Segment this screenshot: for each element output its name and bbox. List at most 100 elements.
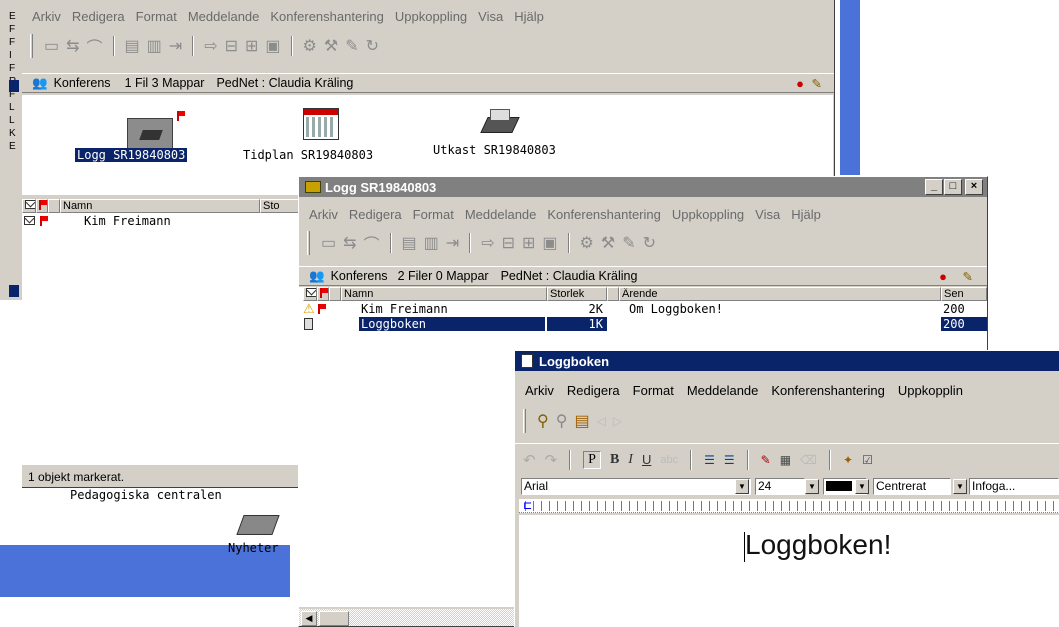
col-attach[interactable] [329,287,341,301]
calendar-icon[interactable] [303,108,339,140]
font-select[interactable]: Arial [521,478,751,495]
insert-symbol-icon[interactable]: ✦ [843,453,853,467]
table-row[interactable]: Kim Freimann [22,214,292,228]
checkbox-icon[interactable]: ☑ [862,453,873,467]
editor-body[interactable]: Loggboken! [519,515,1059,627]
paragraph-button[interactable]: P [583,450,601,469]
menu-visa[interactable]: Visa [755,207,780,222]
menu-hjalp[interactable]: Hjälp [514,9,544,24]
logg-titlebar[interactable]: Logg SR19840803 _ □ × [299,177,987,197]
icon-label-utkast[interactable]: Utkast SR19840803 [433,143,556,157]
forward-icon[interactable]: ⇥ [446,233,459,253]
align-select[interactable]: Centrerat [873,478,951,495]
edit-icon[interactable]: ✎ [345,36,358,56]
settings-icon[interactable]: ⚒ [324,36,338,56]
col-name[interactable]: Namn [341,287,547,301]
menu-visa[interactable]: Visa [478,9,503,24]
menu-format[interactable]: Format [633,383,674,398]
horizontal-scrollbar[interactable]: ◀ [299,609,519,626]
clear-icon[interactable]: ⌫ [800,453,817,467]
print-icon[interactable]: ▤ [574,411,589,431]
menu-uppkoppling[interactable]: Uppkopplin [898,383,963,398]
menu-meddelande[interactable]: Meddelande [687,383,759,398]
menu-redigera[interactable]: Redigera [72,9,125,24]
menu-hjalp[interactable]: Hjälp [791,207,821,222]
find-replace-icon[interactable]: ⚲ [556,411,568,431]
delete-icon[interactable]: ▥ [147,36,162,56]
maximize-button[interactable]: □ [944,179,962,195]
refresh-icon[interactable]: ↻ [366,36,379,56]
size-dropdown-arrow[interactable]: ▼ [805,479,819,494]
italic-button[interactable]: I [628,452,633,468]
table-icon[interactable]: ▦ [780,453,791,467]
col-sent[interactable]: Sen [941,287,987,301]
reply-icon[interactable]: ⇆ [66,36,79,56]
undo-icon[interactable]: ↶ [523,451,536,469]
ruler-indent-marker[interactable]: ⊏ [523,499,532,512]
settings-icon[interactable]: ⚒ [601,233,615,253]
menu-redigera[interactable]: Redigera [567,383,620,398]
reply-icon[interactable]: ⇆ [343,233,356,253]
tools-icon[interactable]: ⚙ [580,233,594,253]
icon-label-logg[interactable]: Logg SR19840803 [75,148,188,162]
editor-titlebar[interactable]: Loggboken [515,351,1059,371]
pencil-icon[interactable]: ✎ [963,269,973,284]
toolbar-grip[interactable] [30,34,33,58]
person-icon[interactable]: ● [796,76,804,91]
redo-icon[interactable]: ↷ [545,451,558,469]
newspaper-icon[interactable] [236,515,280,535]
tray-icon[interactable] [480,107,520,137]
toolbar-grip[interactable] [523,409,526,433]
menu-uppkoppling[interactable]: Uppkoppling [395,9,467,24]
news-label[interactable]: Nyheter [228,541,279,555]
new-message-icon[interactable]: ▭ [321,233,336,253]
person-icon[interactable]: ● [939,269,947,284]
col-flag[interactable] [36,199,48,213]
attach-icon[interactable]: ⌒ [364,231,380,255]
col-type[interactable] [22,199,36,213]
move-icon[interactable]: ⇨ [204,36,217,56]
menu-uppkoppling[interactable]: Uppkoppling [672,207,744,222]
col-attach[interactable] [48,199,60,213]
menu-format[interactable]: Format [413,207,454,222]
menu-arkiv[interactable]: Arkiv [309,207,338,222]
strikethrough-icon[interactable]: abc [660,454,678,466]
font-dropdown-arrow[interactable]: ▼ [735,479,749,494]
bold-button[interactable]: B [610,452,619,468]
pencil-icon[interactable]: ✎ [812,76,822,91]
size-select[interactable]: 24 [755,478,805,495]
toolbar-grip[interactable] [307,231,310,255]
scroll-thumb[interactable] [319,611,349,626]
prev-icon[interactable]: ◁ [597,414,606,428]
new-message-icon[interactable]: ▭ [44,36,59,56]
col-type[interactable] [303,287,317,301]
menu-meddelande[interactable]: Meddelande [465,207,537,222]
col-subject[interactable]: Ärende [619,287,941,301]
table-row[interactable]: ⚠ Kim Freimann 2K Om Loggboken! 200 [299,301,987,316]
print-icon[interactable]: ▤ [125,36,140,56]
refresh-icon[interactable]: ↻ [643,233,656,253]
minimize-button[interactable]: _ [925,179,943,195]
menu-konferenshantering[interactable]: Konferenshantering [547,207,660,222]
close-button[interactable]: × [965,179,983,195]
window-icon[interactable]: ▣ [542,233,557,253]
print-icon[interactable]: ▤ [402,233,417,253]
menu-redigera[interactable]: Redigera [349,207,402,222]
menu-konferenshantering[interactable]: Konferenshantering [771,383,884,398]
spellcheck-icon[interactable]: ✎ [761,453,771,467]
col-flag[interactable] [317,287,329,301]
underline-button[interactable]: U [642,452,651,467]
window-icon[interactable]: ▣ [265,36,280,56]
move-icon[interactable]: ⇨ [481,233,494,253]
col-thread[interactable] [607,287,619,301]
attach-icon[interactable]: ⌒ [87,34,103,58]
link-icon[interactable]: ⊞ [522,233,535,253]
link-icon[interactable]: ⊞ [245,36,258,56]
copy-icon[interactable]: ⊟ [502,233,515,253]
outdent-icon[interactable]: ☰ [724,453,735,467]
menu-arkiv[interactable]: Arkiv [32,9,61,24]
insert-select[interactable]: Infoga... [969,478,1059,495]
align-dropdown-arrow[interactable]: ▼ [953,479,967,494]
tools-icon[interactable]: ⚙ [303,36,317,56]
scroll-left-button[interactable]: ◀ [301,611,317,626]
